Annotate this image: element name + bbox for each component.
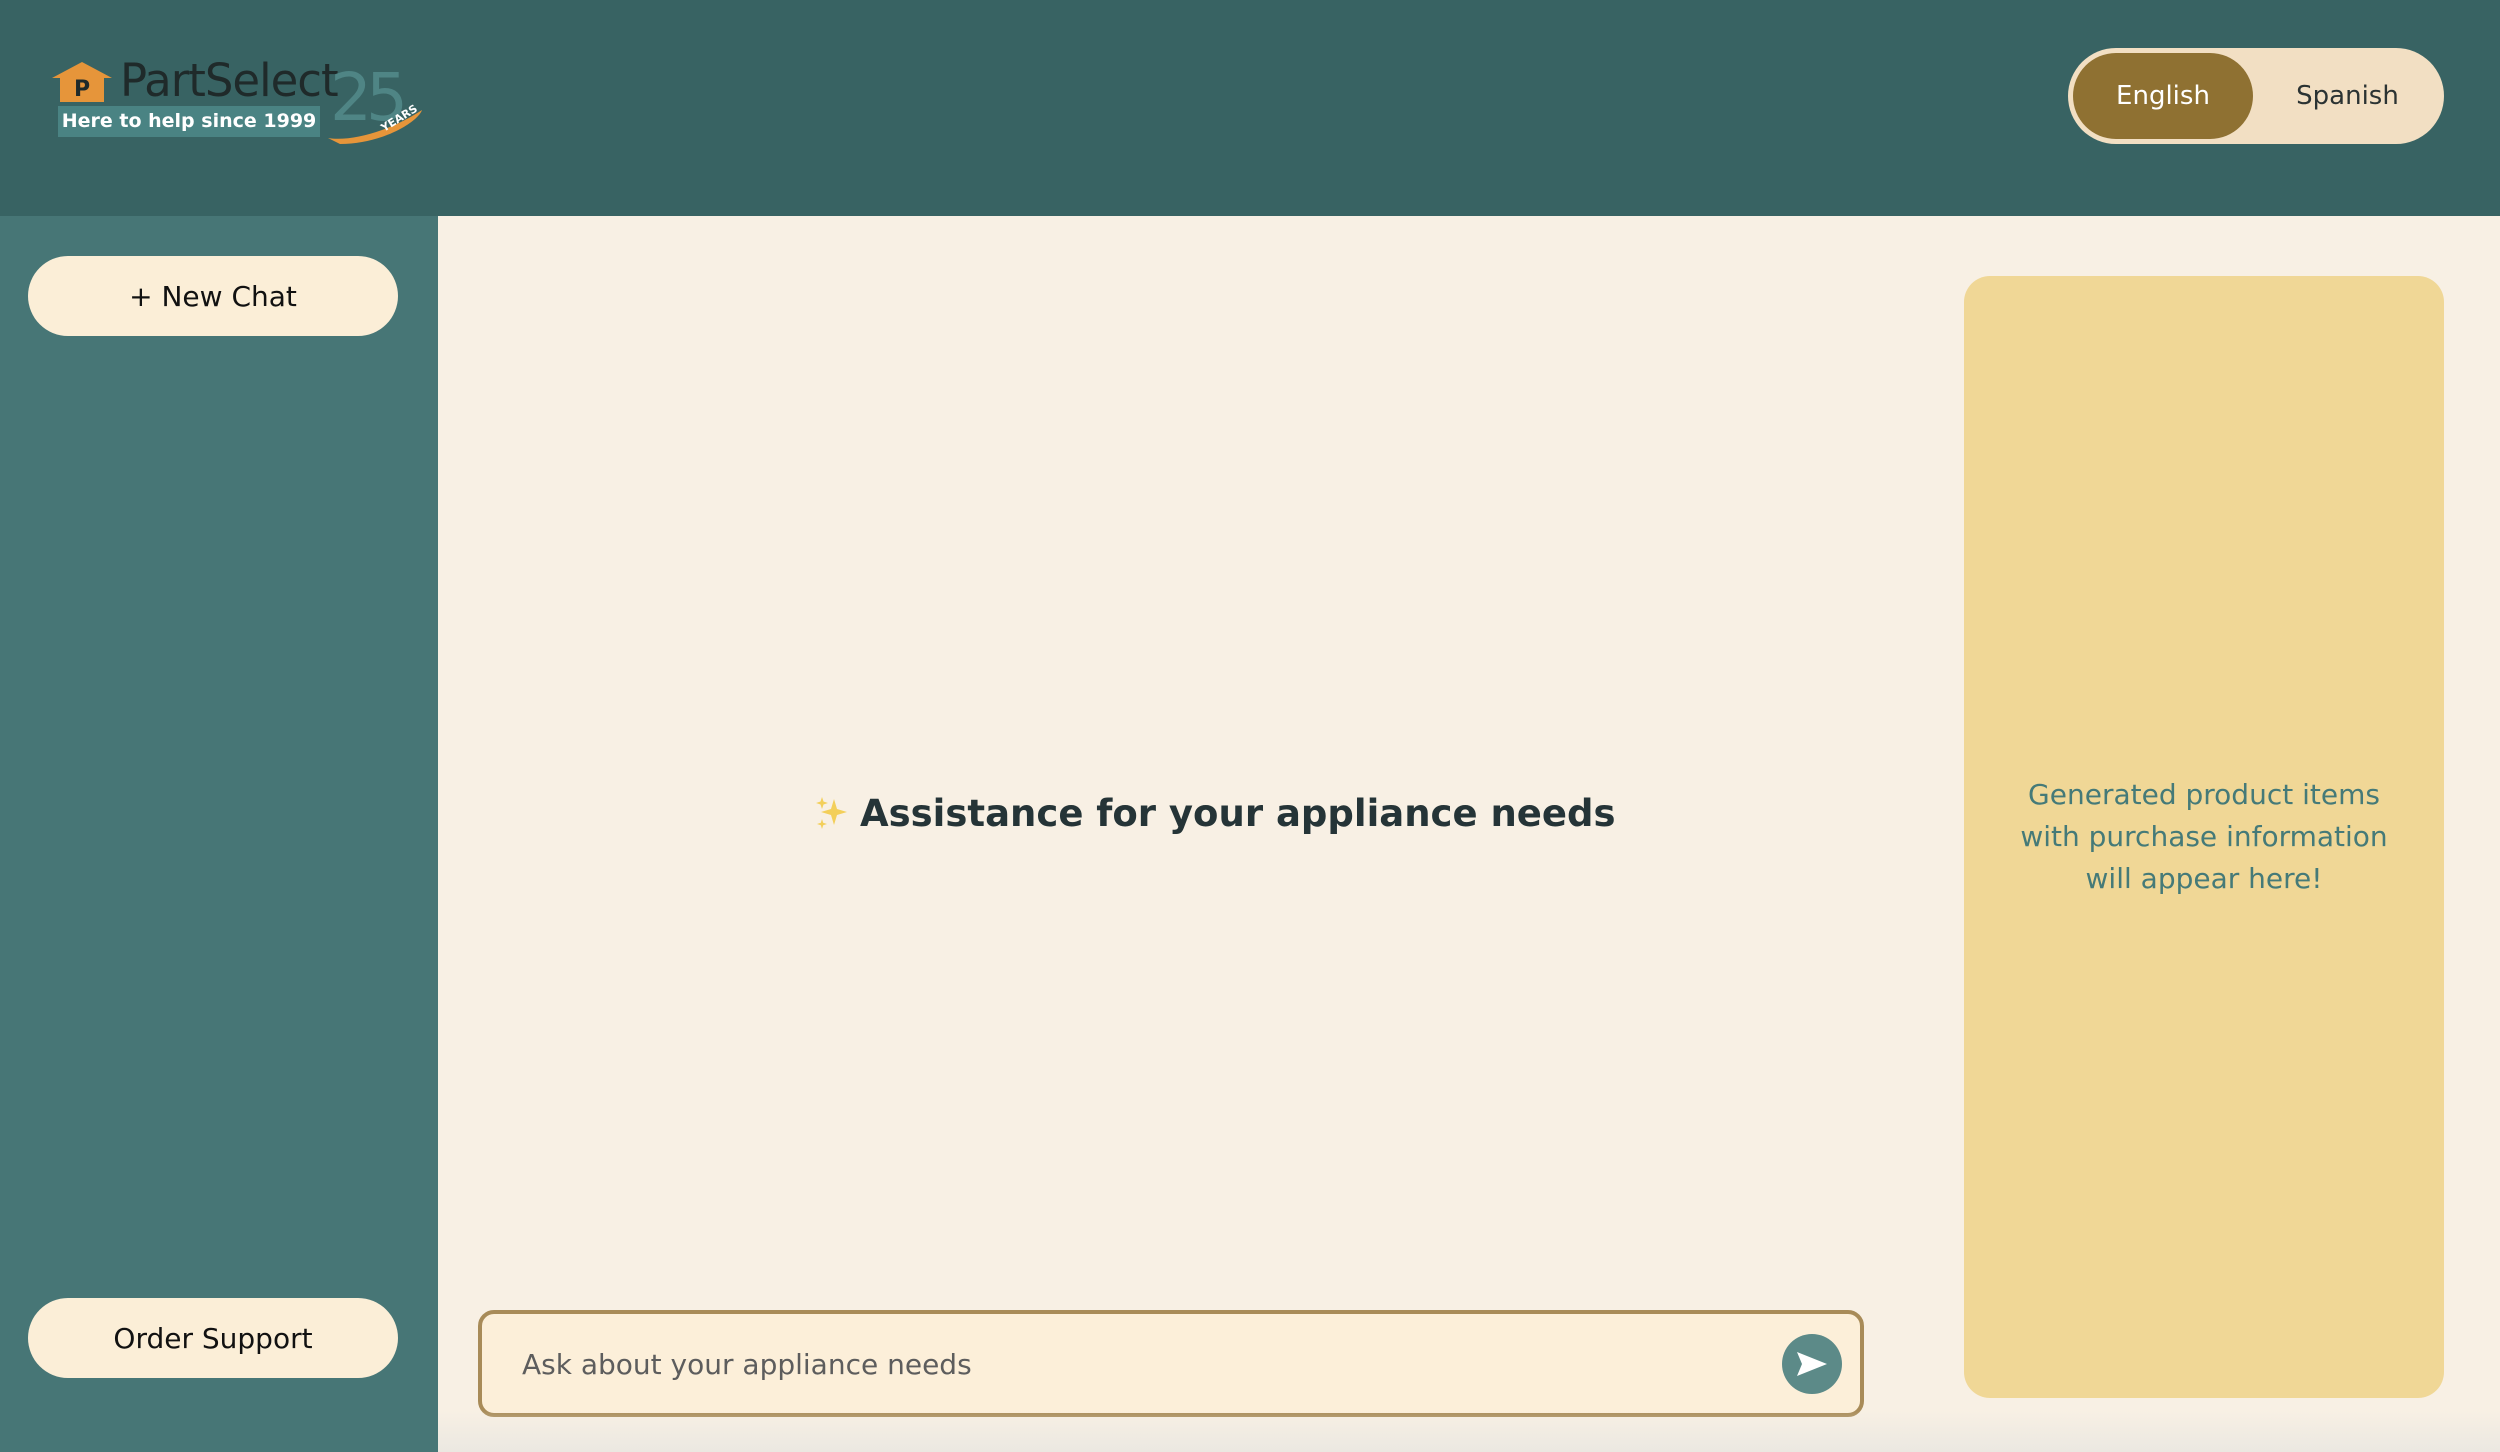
send-arrow-icon: [1797, 1352, 1827, 1376]
chat-input-box: [478, 1310, 1864, 1417]
product-panel-placeholder: Generated product items with purchase in…: [2020, 778, 2388, 895]
chat-message-input[interactable]: [522, 1338, 1742, 1390]
sidebar: + New Chat Order Support: [0, 216, 438, 1452]
product-items-panel: Generated product items with purchase in…: [1964, 276, 2444, 1398]
anniversary-badge: 25 YEARS: [328, 59, 422, 144]
language-toggle: English Spanish: [2068, 48, 2444, 144]
brand-tagline: Here to help since 1999: [58, 106, 320, 137]
brand-name: PartSelect: [120, 54, 339, 107]
app-header: P PartSelect Here to help since 1999 25 …: [0, 0, 2500, 216]
welcome-hero: Assistance for your appliance needs: [814, 788, 1616, 838]
welcome-heading: Assistance for your appliance needs: [860, 791, 1616, 835]
language-english-button[interactable]: English: [2073, 53, 2253, 139]
house-logo-icon: P: [52, 62, 112, 102]
partselect-logo[interactable]: P PartSelect Here to help since 1999 25 …: [50, 54, 436, 146]
language-spanish-button[interactable]: Spanish: [2256, 53, 2439, 139]
svg-text:P: P: [74, 77, 90, 102]
order-support-button[interactable]: Order Support: [28, 1298, 398, 1378]
send-button[interactable]: [1782, 1334, 1842, 1394]
new-chat-button[interactable]: + New Chat: [28, 256, 398, 336]
sparkles-icon: [816, 797, 847, 829]
